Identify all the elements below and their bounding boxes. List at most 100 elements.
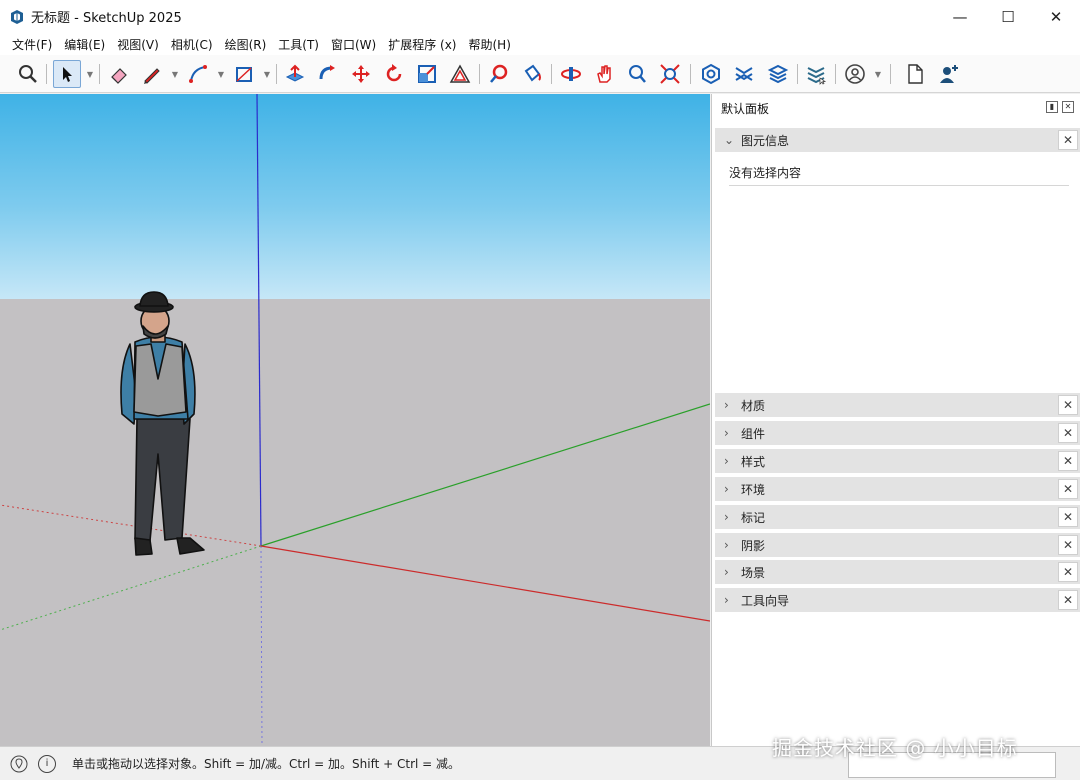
offset-icon (449, 64, 471, 83)
menu-extensions[interactable]: 扩展程序 (x) (382, 36, 462, 53)
panel-styles[interactable]: › 样式 ✕ (715, 449, 1080, 473)
z-axis-negative (260, 545, 263, 746)
panel-close-button[interactable]: ✕ (1058, 535, 1078, 555)
line-tool-button[interactable] (138, 60, 166, 88)
scale-figure-person[interactable] (120, 291, 205, 556)
panel-label: 材质 (741, 398, 766, 413)
zoom-icon (19, 65, 37, 83)
menu-camera[interactable]: 相机(C) (165, 36, 219, 53)
panel-close-button[interactable]: ✕ (1058, 423, 1078, 443)
panel-close-button[interactable]: ✕ (1058, 479, 1078, 499)
menu-edit[interactable]: 编辑(E) (58, 36, 111, 53)
rectangle-dropdown[interactable]: ▼ (262, 60, 272, 88)
rotate-tool-button[interactable] (380, 60, 408, 88)
panel-close-button[interactable]: ✕ (1058, 562, 1078, 582)
geo-location-icon[interactable] (10, 755, 28, 773)
tray-header: 默认面板 ▮ ✕ (712, 94, 1080, 122)
follow-me-icon (319, 65, 335, 80)
sketchup-logo-icon (11, 9, 23, 24)
scale-tool-button[interactable] (413, 60, 441, 88)
account-dropdown[interactable]: ▼ (873, 60, 883, 88)
move-tool-button[interactable] (347, 60, 375, 88)
minimize-button[interactable]: — (936, 0, 984, 33)
panel-close-button[interactable]: ✕ (1058, 507, 1078, 527)
zoom-extents-button[interactable] (656, 60, 684, 88)
panel-label: 样式 (741, 454, 766, 469)
status-message: 单击或拖动以选择对象。Shift = 加/减。Ctrl = 加。Shift + … (72, 757, 461, 771)
panel-tags[interactable]: › 标记 ✕ (715, 505, 1080, 529)
layout-send-icon (767, 64, 789, 84)
menu-tools[interactable]: 工具(T) (272, 36, 325, 53)
panel-environment[interactable]: › 环境 ✕ (715, 477, 1080, 501)
orbit-button[interactable] (557, 60, 585, 88)
pan-icon (597, 65, 611, 83)
menu-help[interactable]: 帮助(H) (462, 36, 516, 53)
panel-close-button[interactable]: ✕ (1058, 451, 1078, 471)
maximize-button[interactable]: ☐ (984, 0, 1032, 33)
x-axis-negative (0, 504, 262, 547)
panel-close-button[interactable]: ✕ (1058, 395, 1078, 415)
chevron-right-icon: › (724, 593, 729, 607)
extension-warehouse-icon (735, 67, 753, 81)
divider (729, 185, 1069, 186)
menu-bar: 文件(F) 编辑(E) 视图(V) 相机(C) 绘图(R) 工具(T) 窗口(W… (0, 33, 1080, 55)
panel-label: 阴影 (741, 538, 766, 553)
tray-pin-button[interactable]: ▮ (1046, 101, 1058, 113)
main-toolbar: ▼ ▼ ▼ ▼ ▼ (0, 55, 1080, 157)
3d-warehouse-button[interactable] (697, 60, 725, 88)
tape-measure-button[interactable] (485, 60, 513, 88)
zoom-extents-icon (660, 64, 680, 84)
push-pull-button[interactable] (281, 60, 309, 88)
panel-materials[interactable]: › 材质 ✕ (715, 393, 1080, 417)
account-button[interactable] (841, 60, 869, 88)
tray-title: 默认面板 (721, 101, 770, 116)
menu-view[interactable]: 视图(V) (111, 36, 165, 53)
zoom-window-button[interactable] (623, 60, 651, 88)
title-bar: 无标题 - SketchUp 2025 — ☐ ✕ (0, 0, 1080, 33)
panel-scenes[interactable]: › 场景 ✕ (715, 560, 1080, 584)
extension-warehouse-button[interactable] (730, 60, 758, 88)
zoom-tool-button[interactable] (14, 60, 42, 88)
tray-close-button[interactable]: ✕ (1062, 101, 1074, 113)
panel-entity-info-close[interactable]: ✕ (1058, 130, 1078, 150)
layout-send-button[interactable] (764, 60, 792, 88)
rectangle-tool-button[interactable] (230, 60, 258, 88)
eraser-tool-button[interactable] (105, 60, 133, 88)
add-user-button[interactable] (935, 60, 963, 88)
follow-me-button[interactable] (314, 60, 342, 88)
offset-tool-button[interactable] (446, 60, 474, 88)
extension-manager-icon (807, 67, 827, 85)
line-dropdown[interactable]: ▼ (170, 60, 180, 88)
zoom-window-icon (629, 65, 646, 83)
arc-tool-button[interactable] (184, 60, 212, 88)
panel-label: 组件 (741, 426, 766, 441)
panel-instructor[interactable]: › 工具向导 ✕ (715, 588, 1080, 612)
arc-dropdown[interactable]: ▼ (216, 60, 226, 88)
paint-bucket-icon (524, 64, 541, 82)
select-dropdown[interactable]: ▼ (85, 60, 95, 88)
close-window-button[interactable]: ✕ (1032, 0, 1080, 33)
menu-draw[interactable]: 绘图(R) (219, 36, 273, 53)
panel-entity-info[interactable]: ⌄ 图元信息 ✕ (715, 128, 1080, 152)
entity-info-content: 没有选择内容 (729, 166, 802, 180)
panel-shadows[interactable]: › 阴影 ✕ (715, 533, 1080, 557)
y-axis (260, 403, 710, 547)
panel-components[interactable]: › 组件 ✕ (715, 421, 1080, 445)
axes-layer (0, 94, 710, 746)
extension-manager-button[interactable] (802, 60, 830, 88)
chevron-right-icon: › (724, 482, 729, 496)
info-icon[interactable]: i (38, 754, 56, 773)
paint-bucket-button[interactable] (518, 60, 546, 88)
menu-file[interactable]: 文件(F) (6, 36, 58, 53)
menu-window[interactable]: 窗口(W) (325, 36, 382, 53)
new-file-button[interactable] (901, 60, 929, 88)
y-axis-negative (0, 545, 262, 631)
pan-button[interactable] (590, 60, 618, 88)
select-tool-button[interactable] (53, 60, 81, 88)
default-tray: 默认面板 ▮ ✕ ⌄ 图元信息 ✕ 没有选择内容 › 材质 ✕ › 组件 ✕ ›… (711, 94, 1080, 746)
panel-close-button[interactable]: ✕ (1058, 590, 1078, 610)
chevron-right-icon: › (724, 538, 729, 552)
eraser-icon (111, 68, 127, 84)
model-viewport[interactable] (0, 94, 710, 746)
rotate-icon (386, 64, 402, 82)
